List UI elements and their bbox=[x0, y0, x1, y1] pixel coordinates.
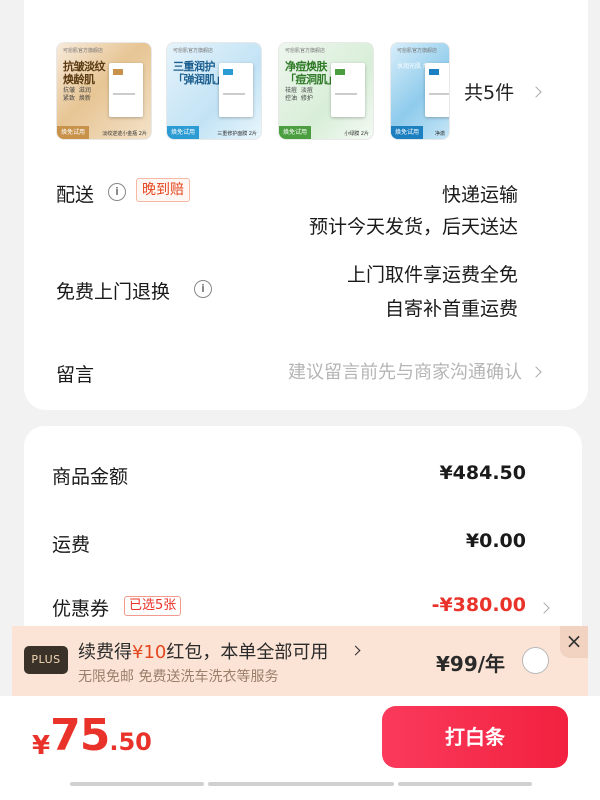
product-thumbnails[interactable]: 可愈肌官方旗舰店 抗皱淡纹 焕龄肌 抗皱 滋润 紧致 焕新 焕免试用 淡纹逆迹小… bbox=[56, 42, 476, 142]
return-line-1: 上门取件享运费全免 bbox=[346, 264, 518, 286]
thumb-brand: 可愈肌官方旗舰店 bbox=[285, 48, 326, 54]
thumb-tag-note: 三重修护面膜 2片 bbox=[217, 131, 257, 137]
total-decimal: .50 bbox=[109, 728, 152, 756]
product-thumbnail[interactable]: 可愈肌官方旗舰店 三重润护 「弹润肌」 焕免试用 三重修护面膜 2片 bbox=[166, 42, 262, 140]
thumb-tag: 焕免试用 bbox=[57, 126, 90, 139]
thumb-sub: 祛痘 淡痘 控油 修护 bbox=[285, 87, 313, 102]
order-details-card: 可愈肌官方旗舰店 抗皱淡纹 焕龄肌 抗皱 滋润 紧致 焕新 焕免试用 淡纹逆迹小… bbox=[24, 0, 588, 410]
delivery-eta: 预计今天发货，后天送达 bbox=[308, 216, 518, 238]
plus-promo-prefix: 续费得 bbox=[78, 642, 132, 663]
home-indicator bbox=[70, 782, 204, 786]
thumb-tag-note: 淡纹逆迹小金瓶 2片 bbox=[102, 131, 147, 137]
product-box-image bbox=[331, 63, 365, 117]
thumb-brand: 可愈肌官方旗舰店 bbox=[173, 48, 214, 54]
product-box-image bbox=[425, 63, 449, 117]
goods-amount-value: ¥484.50 bbox=[439, 462, 526, 484]
plus-promo-text[interactable]: 续费得¥10红包，本单全部可用 bbox=[78, 638, 328, 664]
checkout-bar: ¥75.50 打白条 bbox=[0, 696, 600, 800]
chevron-right-icon[interactable] bbox=[530, 86, 542, 98]
plus-promo-amount: ¥10 bbox=[132, 642, 167, 663]
coupon-selected-badge: 已选5张 bbox=[124, 596, 182, 616]
currency-symbol: ¥ bbox=[32, 731, 51, 761]
return-line-2: 自寄补首重运费 bbox=[384, 298, 518, 320]
plus-promo-suffix: 红包，本单全部可用 bbox=[166, 642, 329, 663]
coupon-label: 优惠券 bbox=[52, 598, 110, 620]
product-thumbnail[interactable]: 可愈肌官方旗舰店 水润光肌 焕颜 焕免试用 净澈 bbox=[390, 42, 450, 140]
item-count-label[interactable]: 共5件 bbox=[464, 78, 514, 105]
product-thumbnail[interactable]: 可愈肌官方旗舰店 抗皱淡纹 焕龄肌 抗皱 滋润 紧致 焕新 焕免试用 淡纹逆迹小… bbox=[56, 42, 152, 140]
shipping-fee-value: ¥0.00 bbox=[465, 530, 526, 552]
thumb-title: 三重润护 「弹润肌」 bbox=[173, 60, 226, 86]
thumb-brand: 可愈肌官方旗舰店 bbox=[63, 48, 104, 54]
thumb-tag: 焕免试用 bbox=[391, 126, 424, 139]
info-icon[interactable]: i bbox=[194, 280, 212, 298]
plus-price: ¥99/年 bbox=[436, 652, 506, 676]
thumb-tag: 焕免试用 bbox=[167, 126, 200, 139]
thumb-tag-note: 小绿膜 2片 bbox=[344, 131, 369, 137]
pay-baitiao-button[interactable]: 打白条 bbox=[382, 706, 568, 768]
home-indicator bbox=[208, 782, 394, 786]
total-integer: 75 bbox=[50, 710, 110, 761]
thumb-title: 抗皱淡纹 焕龄肌 bbox=[63, 60, 106, 86]
message-input[interactable]: 建议留言前先与商家沟通确认 bbox=[288, 358, 522, 384]
thumb-sub: 抗皱 滋润 紧致 焕新 bbox=[63, 87, 91, 102]
product-box-image bbox=[219, 63, 253, 117]
total-price: ¥75.50 bbox=[32, 710, 152, 761]
message-label: 留言 bbox=[56, 364, 95, 386]
plus-logo: PLUS bbox=[24, 646, 68, 674]
product-box-image bbox=[109, 63, 143, 117]
plus-benefits-text: 无限免邮 免费送洗车洗衣等服务 bbox=[78, 669, 279, 685]
delivery-method: 快递运输 bbox=[441, 184, 518, 206]
free-return-label: 免费上门退换 bbox=[56, 281, 171, 303]
plus-select-radio[interactable] bbox=[522, 647, 549, 674]
plus-membership-banner[interactable]: PLUS 续费得¥10红包，本单全部可用 无限免邮 免费送洗车洗衣等服务 ¥99… bbox=[12, 626, 588, 696]
goods-amount-label: 商品金额 bbox=[52, 466, 129, 488]
chevron-right-icon[interactable] bbox=[530, 366, 542, 378]
info-icon[interactable]: i bbox=[108, 183, 126, 201]
home-indicator bbox=[398, 782, 532, 786]
thumb-tag: 焕免试用 bbox=[279, 126, 312, 139]
thumb-tag-note: 净澈 bbox=[434, 131, 445, 137]
late-compensation-badge[interactable]: 晚到赔 bbox=[136, 178, 190, 202]
thumb-title: 净痘焕肤 「痘洞肌」 bbox=[285, 60, 338, 86]
thumb-brand: 可愈肌官方旗舰店 bbox=[397, 48, 438, 54]
close-icon[interactable]: × bbox=[560, 626, 588, 658]
product-thumbnail[interactable]: 可愈肌官方旗舰店 净痘焕肤 「痘洞肌」 祛痘 淡痘 控油 修护 焕免试用 小绿膜… bbox=[278, 42, 374, 140]
shipping-fee-label: 运费 bbox=[52, 534, 91, 556]
delivery-label: 配送 bbox=[56, 184, 95, 206]
coupon-discount-value[interactable]: -¥380.00 bbox=[432, 594, 526, 616]
chevron-right-icon[interactable] bbox=[350, 645, 361, 656]
chevron-right-icon[interactable] bbox=[538, 602, 550, 614]
